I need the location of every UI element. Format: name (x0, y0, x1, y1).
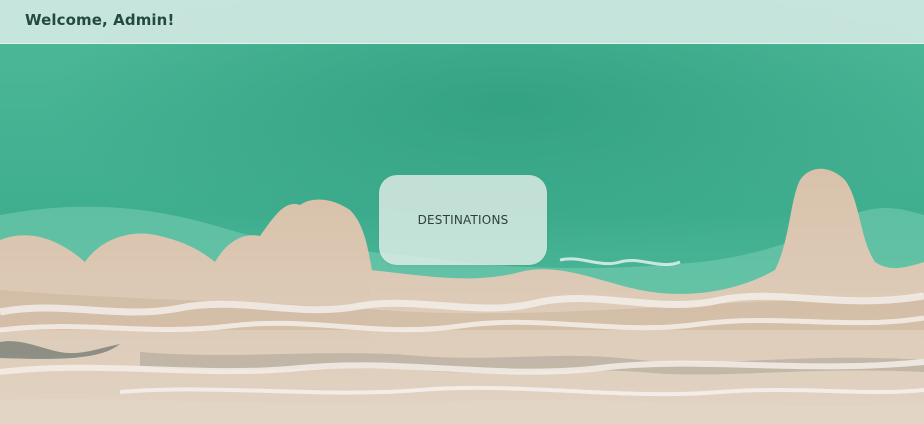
destinations-label: DESTINATIONS (417, 213, 509, 227)
destinations-button[interactable]: DESTINATIONS (379, 175, 547, 265)
welcome-message: Welcome, Admin! (25, 11, 175, 29)
top-header-bar: Welcome, Admin! (0, 0, 924, 44)
